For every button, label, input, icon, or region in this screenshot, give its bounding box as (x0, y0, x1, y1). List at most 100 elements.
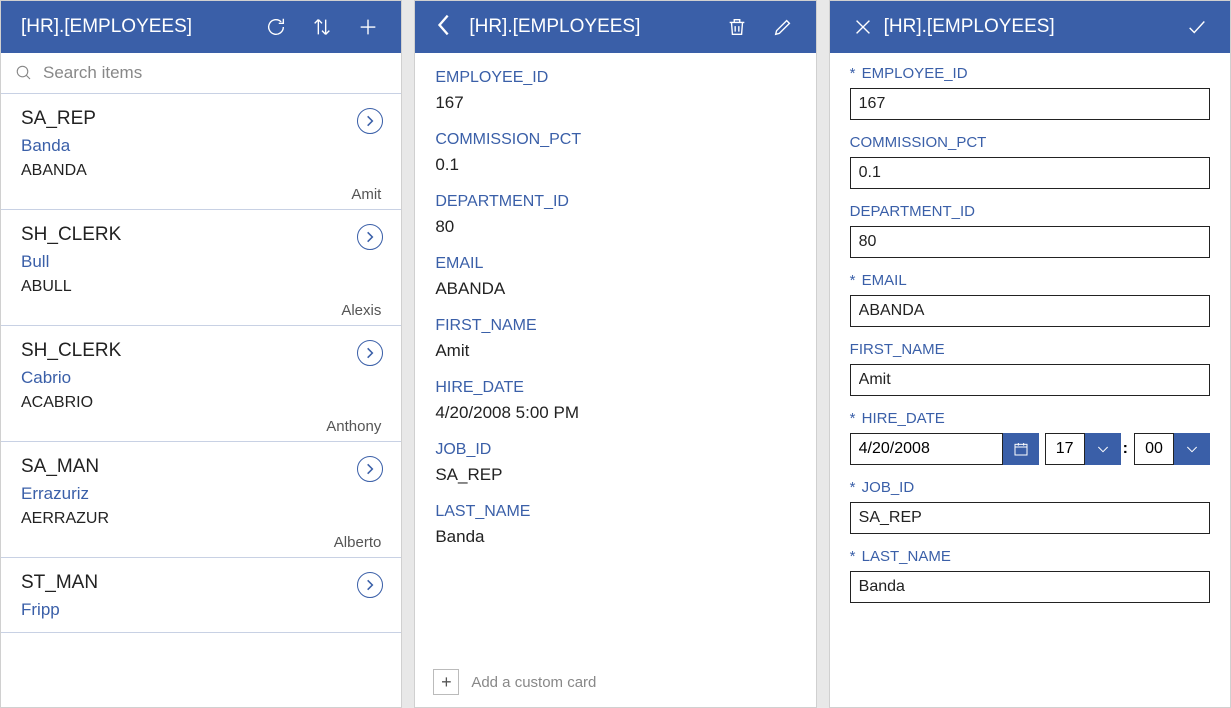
detail-field-value: Banda (435, 527, 795, 547)
chevron-right-icon (365, 114, 375, 128)
refresh-icon (265, 16, 287, 38)
list-item-job: ST_MAN (21, 572, 381, 594)
chevron-right-icon (365, 578, 375, 592)
commission-pct-input[interactable] (850, 157, 1210, 189)
cancel-button[interactable] (850, 8, 876, 46)
edit-label: DEPARTMENT_ID (850, 203, 1210, 220)
list-item-job: SH_CLERK (21, 224, 381, 246)
list-item-firstname: Alberto (21, 534, 381, 551)
chevron-right-icon (365, 346, 375, 360)
detail-body: EMPLOYEE_ID167COMMISSION_PCT0.1DEPARTMEN… (415, 53, 815, 665)
department-id-input[interactable] (850, 226, 1210, 258)
calendar-picker-button[interactable] (1003, 433, 1039, 465)
check-icon (1186, 16, 1208, 38)
detail-field: LAST_NAME Banda (435, 503, 795, 547)
edit-title: [HR].[EMPLOYEES] (884, 16, 1170, 38)
edit-field-employee-id: * EMPLOYEE_ID (850, 65, 1210, 120)
list-item-lastname: Cabrio (21, 368, 381, 388)
detail-field-label: EMAIL (435, 255, 795, 273)
delete-button[interactable] (718, 8, 756, 46)
chevron-down-icon (1184, 441, 1200, 457)
close-icon (852, 16, 874, 38)
email-input[interactable] (850, 295, 1210, 327)
list-item-email: ABANDA (21, 162, 381, 180)
add-button[interactable] (349, 8, 387, 46)
list-item-email: ABULL (21, 278, 381, 296)
edit-label: COMMISSION_PCT (850, 134, 1210, 151)
list-item[interactable]: SA_MANErrazurizAERRAZURAlberto (1, 442, 401, 558)
chevron-left-icon (435, 11, 451, 39)
edit-header: [HR].[EMPLOYEES] (830, 1, 1230, 53)
hire-date-row: : (850, 433, 1210, 465)
confirm-button[interactable] (1178, 8, 1216, 46)
edit-label: * LAST_NAME (850, 548, 1210, 565)
chevron-right-icon (365, 462, 375, 476)
employee-list: SA_REPBandaABANDAAmitSH_CLERKBullABULLAl… (1, 94, 401, 707)
edit-field-first-name: FIRST_NAME (850, 341, 1210, 396)
detail-field-label: HIRE_DATE (435, 379, 795, 397)
plus-icon (357, 16, 379, 38)
edit-field-last-name: * LAST_NAME (850, 548, 1210, 603)
hire-hour-input[interactable] (1045, 433, 1085, 465)
list-panel: [HR].[EMPLOYEES] SA_REPBandaABANDAAmitSH… (0, 0, 402, 708)
list-item-lastname: Bull (21, 252, 381, 272)
detail-field-label: EMPLOYEE_ID (435, 69, 795, 87)
detail-chevron-button[interactable] (357, 340, 383, 366)
edit-label: FIRST_NAME (850, 341, 1210, 358)
plus-box-icon: + (433, 669, 459, 695)
detail-field-label: JOB_ID (435, 441, 795, 459)
detail-field: JOB_IDSA_REP (435, 441, 795, 485)
hire-minute-input[interactable] (1134, 433, 1174, 465)
detail-header: [HR].[EMPLOYEES] (415, 1, 815, 53)
list-item-firstname: Amit (21, 186, 381, 203)
edit-body: * EMPLOYEE_ID COMMISSION_PCT DEPARTMENT_… (830, 53, 1230, 707)
list-item[interactable]: SH_CLERKCabrioACABRIOAnthony (1, 326, 401, 442)
detail-field-value: ABANDA (435, 279, 795, 299)
edit-label: * HIRE_DATE (850, 410, 1210, 427)
list-title: [HR].[EMPLOYEES] (21, 16, 249, 38)
list-item-lastname: Banda (21, 136, 381, 156)
list-item-job: SA_MAN (21, 456, 381, 478)
detail-chevron-button[interactable] (357, 224, 383, 250)
sort-button[interactable] (303, 8, 341, 46)
detail-chevron-button[interactable] (357, 456, 383, 482)
detail-field: EMAIL ABANDA (435, 255, 795, 299)
edit-button[interactable] (764, 8, 802, 46)
detail-chevron-button[interactable] (357, 108, 383, 134)
search-icon (15, 64, 33, 82)
last-name-input[interactable] (850, 571, 1210, 603)
edit-field-department-id: DEPARTMENT_ID (850, 203, 1210, 258)
employee-id-input[interactable] (850, 88, 1210, 120)
list-item-lastname: Errazuriz (21, 484, 381, 504)
refresh-button[interactable] (257, 8, 295, 46)
add-custom-card-label: Add a custom card (471, 674, 596, 691)
edit-label: * JOB_ID (850, 479, 1210, 496)
chevron-down-icon (1095, 441, 1111, 457)
sort-icon (311, 16, 333, 38)
edit-field-hire-date: * HIRE_DATE : (850, 410, 1210, 465)
list-header: [HR].[EMPLOYEES] (1, 1, 401, 53)
detail-field-value: 4/20/2008 5:00 PM (435, 403, 795, 423)
detail-field: HIRE_DATE 4/20/2008 5:00 PM (435, 379, 795, 423)
hire-date-input[interactable] (850, 433, 1003, 465)
add-custom-card-button[interactable]: + Add a custom card (415, 665, 815, 707)
edit-panel: [HR].[EMPLOYEES] * EMPLOYEE_ID COMMISSIO… (829, 0, 1231, 708)
detail-field: FIRST_NAMEAmit (435, 317, 795, 361)
detail-field-label: LAST_NAME (435, 503, 795, 521)
edit-label: * EMAIL (850, 272, 1210, 289)
back-button[interactable] (435, 11, 455, 44)
job-id-input[interactable] (850, 502, 1210, 534)
detail-field-value: 167 (435, 93, 795, 113)
list-item[interactable]: SH_CLERKBullABULLAlexis (1, 210, 401, 326)
list-item[interactable]: ST_MAN Fripp (1, 558, 401, 633)
list-item-email: ACABRIO (21, 394, 381, 412)
minute-dropdown-button[interactable] (1174, 433, 1210, 465)
search-input[interactable] (43, 63, 387, 83)
search-bar (1, 53, 401, 94)
list-item-lastname: Fripp (21, 600, 381, 620)
detail-chevron-button[interactable] (357, 572, 383, 598)
first-name-input[interactable] (850, 364, 1210, 396)
list-item-job: SH_CLERK (21, 340, 381, 362)
hour-dropdown-button[interactable] (1085, 433, 1121, 465)
list-item[interactable]: SA_REPBandaABANDAAmit (1, 94, 401, 210)
